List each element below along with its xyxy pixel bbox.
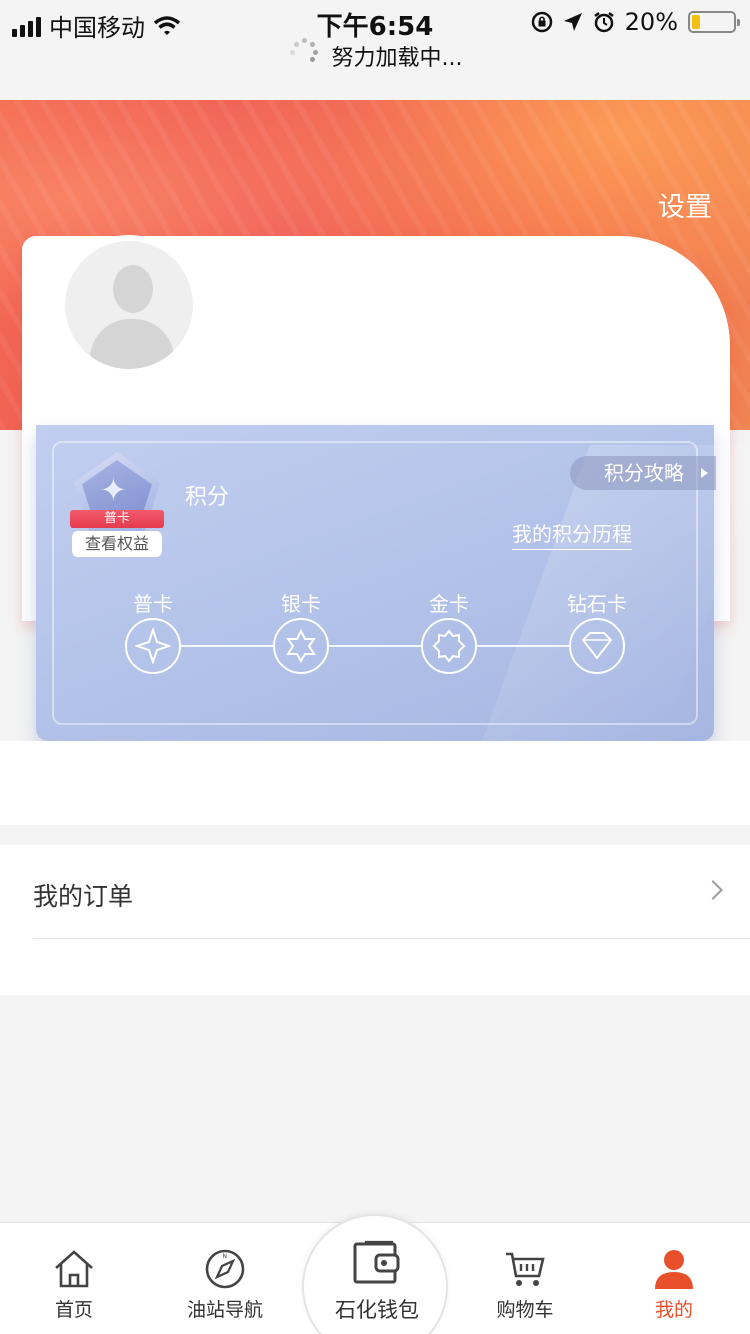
badge-tier-ribbon: 普卡: [70, 510, 164, 528]
battery-icon: [688, 11, 740, 33]
points-strategy-button[interactable]: 积分攻略: [570, 456, 716, 490]
wallet-icon: [353, 1240, 400, 1284]
tier-normal-icon: [125, 618, 181, 674]
battery-level: [692, 15, 700, 29]
avatar-body-shape: [90, 319, 174, 369]
tier-connector: [477, 645, 569, 647]
tier-connector: [181, 645, 273, 647]
tier-silver-icon: [273, 618, 329, 674]
home-icon: [55, 1250, 93, 1288]
tab-home-label: 首页: [54, 1299, 93, 1321]
tab-wallet-label: 石化钱包: [335, 1298, 419, 1322]
points-history-link[interactable]: 我的积分历程: [512, 518, 632, 550]
tab-cart[interactable]: 购物车: [470, 1223, 580, 1334]
rotation-lock-icon: [531, 11, 552, 33]
points-strategy-label: 积分攻略: [604, 461, 684, 485]
loading-text: 努力加载中...: [331, 46, 463, 71]
cart-icon: [506, 1252, 545, 1286]
member-badge[interactable]: ✦ 普卡 查看权益: [70, 452, 164, 557]
tier-connector: [329, 645, 421, 647]
chevron-right-icon: [703, 880, 723, 900]
my-orders-label: 我的订单: [33, 882, 134, 911]
loading-indicator: 努力加载中...: [0, 38, 750, 72]
spinner-icon: [288, 38, 318, 64]
avatar[interactable]: [59, 235, 199, 375]
badge-star-icon: ✦: [100, 471, 127, 509]
tab-mine[interactable]: 我的: [619, 1223, 729, 1334]
battery-percent: 20%: [624, 8, 678, 36]
tier-label-diamond: 钻石卡: [567, 592, 627, 616]
tab-mine-label: 我的: [654, 1299, 693, 1321]
status-bar: 中国移动 下午6:54 20% 努力加载中...: [0, 0, 750, 100]
view-benefits-button[interactable]: 查看权益: [72, 531, 162, 557]
tab-station-nav-label: 油站导航: [186, 1299, 263, 1321]
play-arrow-icon: [701, 468, 708, 478]
settings-button[interactable]: 设置: [658, 185, 712, 224]
tier-label-normal: 普卡: [133, 592, 173, 616]
my-orders-row[interactable]: 我的订单: [0, 845, 750, 995]
tier-label-gold: 金卡: [429, 592, 469, 616]
tier-label-silver: 银卡: [281, 592, 321, 616]
tab-station-nav[interactable]: N 油站导航: [170, 1223, 280, 1334]
points-label: 积分: [185, 485, 230, 510]
tier-diamond-icon: [569, 618, 625, 674]
tab-home[interactable]: 首页: [19, 1223, 129, 1334]
card-bottom-area: [0, 741, 750, 825]
status-right: 20%: [531, 8, 740, 36]
compass-icon: N: [205, 1249, 245, 1289]
user-icon: [655, 1250, 693, 1289]
avatar-placeholder-icon: [113, 265, 153, 313]
tab-cart-label: 购物车: [496, 1299, 554, 1321]
location-icon: [563, 13, 582, 31]
alarm-icon: [593, 12, 614, 33]
tier-gold-icon: [421, 618, 477, 674]
divider: [33, 938, 750, 939]
svg-text:N: N: [223, 1253, 228, 1260]
